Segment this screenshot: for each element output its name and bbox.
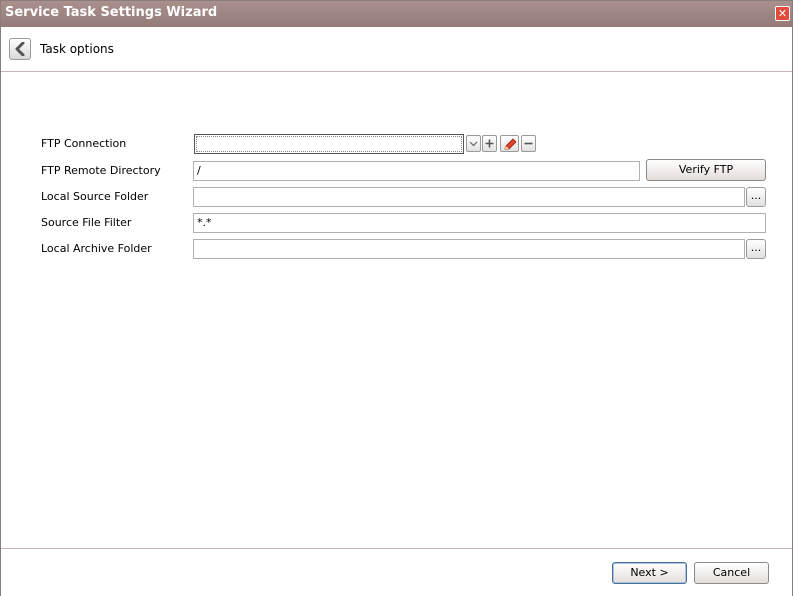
back-button[interactable] — [9, 38, 31, 60]
local-archive-folder-label: Local Archive Folder — [41, 242, 152, 255]
source-file-filter-label: Source File Filter — [41, 216, 132, 229]
wizard-header: Task options — [1, 27, 792, 72]
edit-connection-button[interactable] — [500, 135, 519, 152]
window-title: Service Task Settings Wizard — [5, 5, 218, 20]
wizard-window: Service Task Settings Wizard ✕ Task opti… — [0, 0, 793, 596]
title-bar[interactable]: Service Task Settings Wizard ✕ — [1, 1, 792, 27]
verify-ftp-button[interactable]: Verify FTP — [646, 159, 766, 181]
minus-icon — [524, 142, 533, 145]
browse-archive-folder-button[interactable]: ... — [746, 239, 766, 259]
ftp-remote-directory-label: FTP Remote Directory — [41, 164, 161, 177]
add-connection-button[interactable] — [482, 135, 497, 152]
wizard-footer: Next > Cancel — [1, 548, 792, 596]
ftp-connection-label: FTP Connection — [41, 137, 127, 150]
local-source-folder-label: Local Source Folder — [41, 190, 149, 203]
close-icon: ✕ — [777, 7, 788, 20]
next-button[interactable]: Next > — [612, 562, 687, 584]
cancel-button[interactable]: Cancel — [694, 562, 769, 584]
source-file-filter-input[interactable]: *.* — [193, 213, 766, 233]
ftp-remote-directory-input[interactable]: / — [193, 161, 640, 181]
close-button[interactable]: ✕ — [775, 6, 790, 21]
pencil-icon — [504, 138, 517, 150]
browse-source-folder-button[interactable]: ... — [746, 187, 766, 207]
page-title: Task options — [40, 42, 114, 56]
remove-connection-button[interactable] — [521, 135, 536, 152]
chevron-left-icon — [15, 42, 25, 56]
local-source-folder-input[interactable] — [193, 187, 745, 207]
ftp-connection-select[interactable] — [194, 134, 464, 154]
task-options-form: FTP Connection FTP Remote Directory / Ve… — [1, 72, 792, 548]
chevron-down-icon — [469, 141, 478, 147]
ftp-connection-dropdown-button[interactable] — [466, 135, 481, 152]
plus-icon — [485, 139, 494, 148]
local-archive-folder-input[interactable] — [193, 239, 745, 259]
